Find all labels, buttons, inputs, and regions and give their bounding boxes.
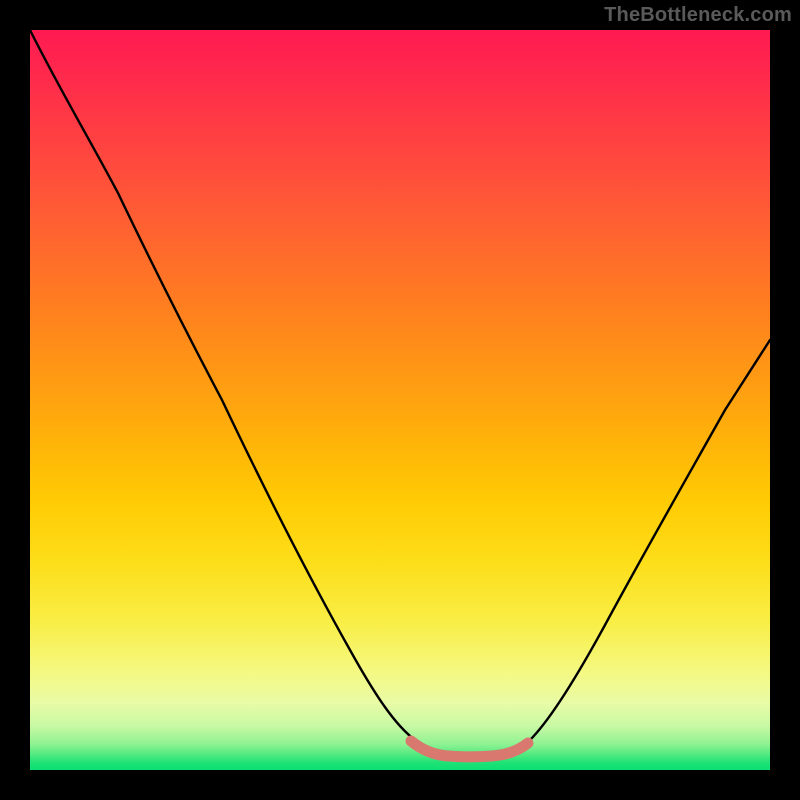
- highlight-path: [411, 741, 528, 757]
- bottleneck-curve: [30, 30, 770, 755]
- watermark-text: TheBottleneck.com: [604, 4, 792, 27]
- curve-path: [30, 30, 770, 755]
- plot-area: [30, 30, 770, 770]
- chart-frame: TheBottleneck.com: [0, 0, 800, 800]
- optimal-range-highlight: [411, 741, 528, 757]
- chart-svg: [30, 30, 770, 770]
